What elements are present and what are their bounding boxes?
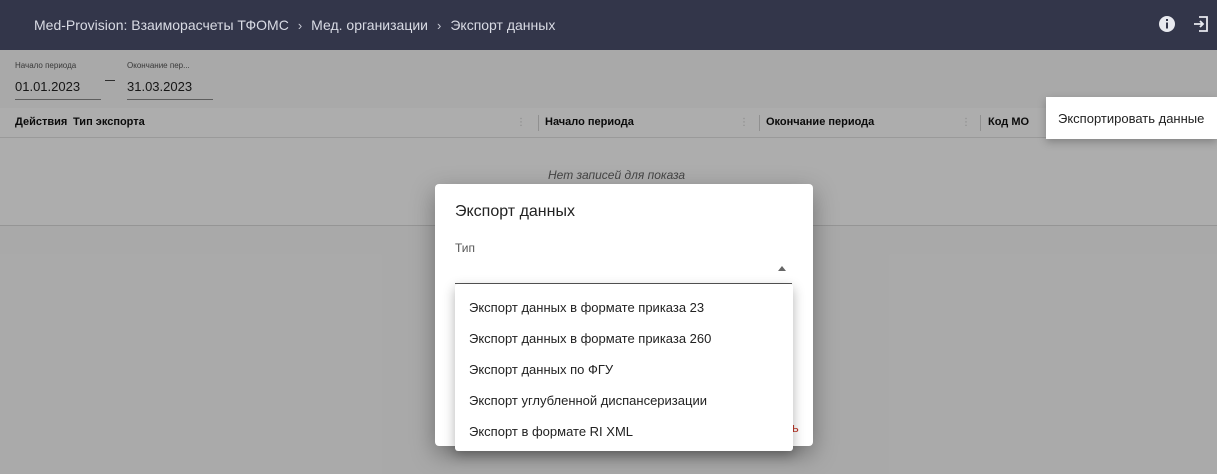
caret-up-icon[interactable] bbox=[778, 266, 786, 271]
dropdown-option[interactable]: Экспорт в формате RI XML bbox=[455, 416, 793, 447]
dropdown-option[interactable]: Экспорт углубленной диспансеризации bbox=[455, 385, 793, 416]
logout-icon[interactable] bbox=[1191, 14, 1211, 34]
breadcrumb: Med-Provision: Взаиморасчеты ТФОМС › Мед… bbox=[34, 0, 555, 50]
dropdown-option[interactable]: Экспорт данных в формате приказа 260 bbox=[455, 323, 793, 354]
export-data-menu-item[interactable]: Экспортировать данные bbox=[1046, 97, 1217, 139]
type-select[interactable] bbox=[455, 254, 792, 284]
dropdown-option[interactable]: Экспорт данных в формате приказа 23 bbox=[455, 292, 793, 323]
type-label: Тип bbox=[455, 241, 476, 255]
breadcrumb-separator: › bbox=[437, 17, 442, 33]
info-icon[interactable] bbox=[1157, 14, 1177, 34]
type-dropdown: Экспорт данных в формате приказа 23 Эксп… bbox=[455, 284, 793, 451]
breadcrumb-med-org[interactable]: Мед. организации bbox=[311, 17, 428, 33]
dialog-action-button[interactable]: ь bbox=[792, 420, 799, 435]
app-header: Med-Provision: Взаиморасчеты ТФОМС › Мед… bbox=[0, 0, 1217, 50]
dropdown-option[interactable]: Экспорт данных по ФГУ bbox=[455, 354, 793, 385]
breadcrumb-app[interactable]: Med-Provision: Взаиморасчеты ТФОМС bbox=[34, 17, 289, 33]
breadcrumb-current: Экспорт данных bbox=[450, 17, 556, 33]
breadcrumb-separator: › bbox=[297, 17, 303, 33]
dialog-title: Экспорт данных bbox=[455, 203, 575, 220]
